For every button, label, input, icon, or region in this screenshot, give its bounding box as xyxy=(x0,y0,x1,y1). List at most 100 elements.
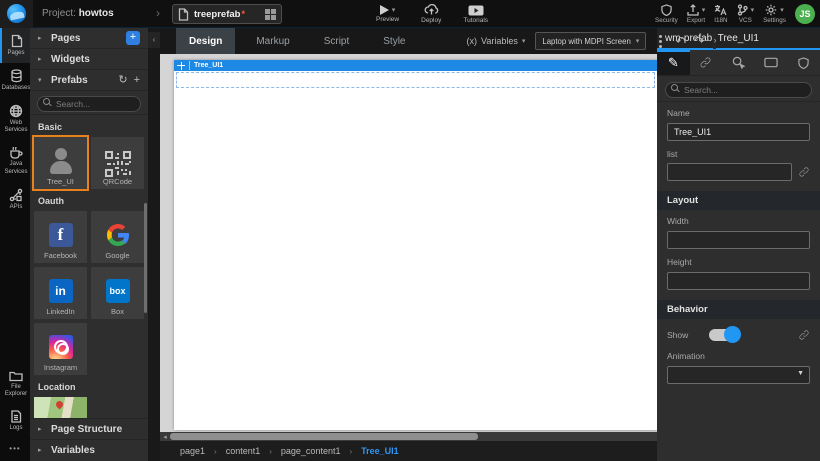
rail-item-file-explorer[interactable]: File Explorer xyxy=(0,364,30,405)
tab-security[interactable] xyxy=(787,50,820,75)
variables-button-label: Variables xyxy=(481,36,518,46)
widgets-section-header[interactable]: ▸ Widgets xyxy=(30,49,148,70)
video-icon xyxy=(468,5,484,16)
prefab-tile-tree-ui[interactable]: Tree_UI xyxy=(34,137,87,189)
width-field-label: Width xyxy=(667,216,810,226)
name-field[interactable] xyxy=(667,123,810,141)
height-field[interactable] xyxy=(667,272,810,290)
tab-style[interactable]: Style xyxy=(370,28,418,54)
left-panel-scrollbar[interactable] xyxy=(144,203,147,313)
refresh-prefabs-icon[interactable]: ↻ xyxy=(118,75,127,86)
tile-label: Tree_UI xyxy=(47,177,74,186)
show-toggle[interactable] xyxy=(709,329,739,341)
security-button[interactable]: Security xyxy=(655,4,678,24)
rail-more-button[interactable]: ••• xyxy=(0,438,30,461)
rail-item-java-services[interactable]: Java Services xyxy=(0,140,30,182)
move-handle-icon[interactable] xyxy=(177,62,185,70)
layout-section-header[interactable]: Layout xyxy=(657,191,820,210)
device-selector[interactable]: Laptop with MDPI Screen ▾ xyxy=(535,32,646,50)
scrollbar-thumb[interactable] xyxy=(170,433,478,440)
page-switcher-icon[interactable] xyxy=(265,9,276,20)
breadcrumb-page1[interactable]: page1 xyxy=(180,446,205,456)
breadcrumb-separator: › xyxy=(269,447,272,456)
tutorials-button[interactable]: Tutorials xyxy=(463,5,488,24)
prefab-tile-instagram[interactable]: Instagram xyxy=(34,323,87,375)
database-icon xyxy=(10,69,23,83)
prefab-tile-facebook[interactable]: f Facebook xyxy=(34,211,87,263)
wavemaker-logo[interactable] xyxy=(0,0,33,28)
log-document-icon xyxy=(10,410,22,423)
vcs-button[interactable]: ▾ VCS xyxy=(737,4,755,24)
list-field-label: list xyxy=(667,149,810,159)
variables-dropdown-button[interactable]: (x) Variables ▾ xyxy=(467,36,526,46)
breadcrumb-tree-ui1[interactable]: Tree_UI1 xyxy=(361,446,399,456)
page-surface[interactable]: Tree_UI1 xyxy=(174,60,657,430)
rail-item-web-services[interactable]: Web Services xyxy=(0,98,30,141)
deploy-button[interactable]: Deploy xyxy=(421,4,441,24)
collapse-right-panel-button[interactable]: › xyxy=(713,33,716,49)
rail-label: APIs xyxy=(10,204,23,212)
animation-select[interactable] xyxy=(667,366,810,384)
group-title-oauth: Oauth xyxy=(30,189,148,211)
selected-widget-region[interactable] xyxy=(176,72,655,88)
canvas-horizontal-scrollbar[interactable]: ◂ xyxy=(160,432,657,441)
rail-item-logs[interactable]: Logs xyxy=(0,404,30,438)
redo-button[interactable]: ↷ xyxy=(694,35,704,47)
behavior-section-header[interactable]: Behavior xyxy=(657,300,820,319)
add-page-button[interactable]: + xyxy=(126,31,140,45)
collapse-left-panel-button[interactable]: ‹ xyxy=(148,32,160,48)
tile-label: Facebook xyxy=(44,251,77,260)
search-icon xyxy=(671,84,678,91)
tile-label: Box xyxy=(111,307,124,316)
tab-device[interactable] xyxy=(755,50,788,75)
rail-spacer xyxy=(0,217,30,364)
tab-design[interactable]: Design xyxy=(176,28,235,54)
export-button[interactable]: ▾ Export xyxy=(687,4,706,24)
prefab-tile-qrcode[interactable]: QRCode xyxy=(91,137,144,189)
page-structure-section-header[interactable]: ▸ Page Structure xyxy=(30,418,148,439)
tab-styles[interactable] xyxy=(690,50,723,75)
tab-markup[interactable]: Markup xyxy=(243,28,302,54)
rail-item-apis[interactable]: APIs xyxy=(0,182,30,217)
width-field[interactable] xyxy=(667,231,810,249)
prefab-tile-linkedin[interactable]: in LinkedIn xyxy=(34,267,87,319)
prefab-tile-location-map[interactable] xyxy=(34,397,87,418)
tab-properties[interactable]: ✎ xyxy=(657,50,690,75)
scroll-left-arrow-icon[interactable]: ◂ xyxy=(160,433,170,441)
tab-script[interactable]: Script xyxy=(311,28,363,54)
prefab-tile-google[interactable]: Google xyxy=(91,211,144,263)
preview-chevron-icon[interactable]: ▾ xyxy=(392,6,396,14)
settings-chevron-icon[interactable]: ▾ xyxy=(780,6,784,14)
prefab-tile-box[interactable]: box Box xyxy=(91,267,144,319)
tab-events[interactable] xyxy=(722,50,755,75)
rail-item-databases[interactable]: Databases xyxy=(0,63,30,98)
design-canvas[interactable]: Tree_UI1 xyxy=(160,54,657,432)
open-page-tab[interactable]: treeprefab* xyxy=(172,4,282,24)
prefab-search-input[interactable] xyxy=(37,96,141,112)
list-field[interactable] xyxy=(667,163,792,181)
vcs-chevron-icon[interactable]: ▾ xyxy=(751,6,755,14)
qrcode-icon xyxy=(105,151,131,177)
open-page-name: treeprefab* xyxy=(194,9,260,20)
i18n-button[interactable]: I18N xyxy=(714,4,727,24)
bind-show-icon[interactable] xyxy=(798,329,810,341)
property-search-input[interactable] xyxy=(665,82,812,98)
settings-button[interactable]: ▾ Settings xyxy=(763,4,786,24)
user-avatar[interactable]: JS xyxy=(795,4,815,24)
variables-section-header[interactable]: ▸ Variables xyxy=(30,439,148,460)
wavemaker-logo-icon xyxy=(7,4,26,23)
export-chevron-icon[interactable]: ▾ xyxy=(702,6,706,14)
selected-widget-bar[interactable]: Tree_UI1 xyxy=(174,60,657,71)
breadcrumb-content1[interactable]: content1 xyxy=(226,446,261,456)
rail-item-pages[interactable]: Pages xyxy=(0,28,30,63)
canvas-more-menu-icon[interactable] xyxy=(655,33,666,50)
breadcrumb-separator: › xyxy=(214,447,217,456)
pages-section-label: Pages xyxy=(51,33,120,44)
preview-button[interactable]: ▾ Preview xyxy=(376,5,399,23)
prefabs-section-header[interactable]: ▾ Prefabs ↻ + xyxy=(30,70,148,91)
undo-button[interactable]: ↶ xyxy=(675,35,685,47)
breadcrumb-page-content1[interactable]: page_content1 xyxy=(281,446,341,456)
pages-section-header[interactable]: ▸ Pages + xyxy=(30,28,148,49)
bind-list-icon[interactable] xyxy=(798,166,810,178)
add-prefab-icon[interactable]: + xyxy=(134,75,140,86)
